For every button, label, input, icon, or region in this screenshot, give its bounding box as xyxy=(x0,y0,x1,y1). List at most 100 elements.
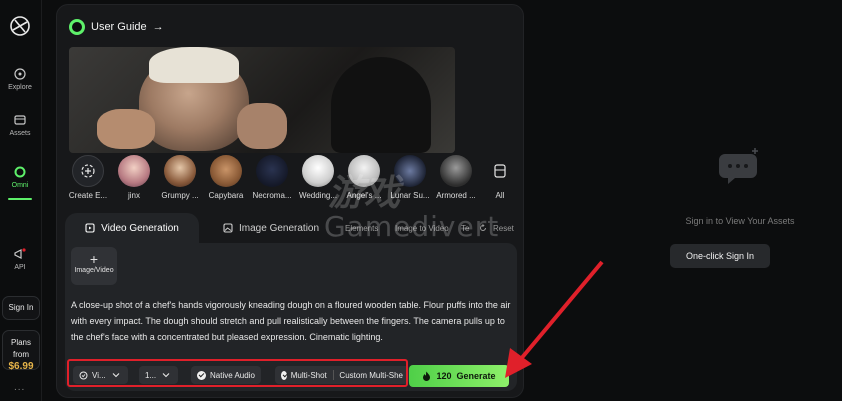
sidebar-plans-button[interactable]: Plans from $6.99 xyxy=(2,330,40,372)
avatar xyxy=(210,155,242,187)
generation-tabs: Video Generation Image Generation Elemen… xyxy=(65,213,517,243)
plus-icon: + xyxy=(89,251,99,267)
create-plus-icon xyxy=(72,155,104,187)
style-preset[interactable]: Lunar Su... xyxy=(387,155,433,200)
style-preset-label: Wedding... xyxy=(298,191,338,200)
reset-label: Reset xyxy=(493,223,514,233)
generate-cost: 120 xyxy=(436,371,452,381)
duration-value: 1... xyxy=(145,370,157,380)
avatar xyxy=(302,155,334,187)
prompt-textarea[interactable]: A close-up shot of a chef's hands vigoro… xyxy=(71,297,511,345)
avatar xyxy=(440,155,472,187)
check-circle-icon xyxy=(197,370,206,380)
app-logo-icon[interactable] xyxy=(8,14,32,38)
image-icon xyxy=(223,223,233,233)
sidebar-sign-in-button[interactable]: Sign In xyxy=(2,296,40,320)
tab-video-generation[interactable]: Video Generation xyxy=(65,213,199,243)
avatar xyxy=(394,155,426,187)
chat-assets-icon xyxy=(719,148,758,184)
megaphone-icon xyxy=(14,248,26,259)
style-preset-label: Create E... xyxy=(68,191,108,200)
avatar xyxy=(118,155,150,187)
style-preset-label: All xyxy=(495,191,505,200)
style-preset[interactable]: Wedding... xyxy=(295,155,341,200)
tab-truncated[interactable]: Te xyxy=(457,213,473,243)
more-menu-button[interactable]: ... xyxy=(14,382,25,393)
generate-label: Generate xyxy=(456,371,496,381)
reset-button[interactable]: Reset xyxy=(475,213,518,243)
divider xyxy=(332,370,334,380)
chevron-down-icon xyxy=(162,373,170,378)
app-root: Explore Assets Omni API Sign In Plans fr… xyxy=(0,0,842,401)
preview-background-figure xyxy=(331,57,431,153)
tab-image-generation[interactable]: Image Generation xyxy=(211,213,331,243)
user-guide-label: User Guide xyxy=(91,21,147,33)
duration-select[interactable]: 1... xyxy=(139,366,179,384)
reset-icon xyxy=(480,224,486,231)
style-preset-label: jinx xyxy=(127,191,140,200)
one-click-sign-in-button[interactable]: One-click Sign In xyxy=(670,244,770,268)
video-generation-form: + Image/Video A close-up shot of a chef'… xyxy=(65,243,517,391)
preview-video[interactable] xyxy=(69,47,455,153)
omni-ring-icon xyxy=(14,166,26,178)
credits-flame-icon xyxy=(423,371,431,381)
layers-icon xyxy=(484,155,516,187)
style-preset[interactable]: Capybara xyxy=(203,155,249,200)
multi-shot-label: Multi-Shot xyxy=(290,370,327,380)
custom-multi-shot-label[interactable]: Custom Multi-She xyxy=(339,371,403,380)
generate-button[interactable]: 120 Generate xyxy=(409,365,509,387)
preview-hand xyxy=(97,109,155,149)
generation-panel: User Guide → Create E... jinx Grumpy ...… xyxy=(56,4,524,398)
avatar xyxy=(256,155,288,187)
native-audio-toggle[interactable]: Native Audio xyxy=(191,366,261,384)
compass-icon xyxy=(14,68,26,80)
tab-label: Image Generation xyxy=(239,222,320,234)
avatar xyxy=(348,155,380,187)
style-preset-label: Angel's ... xyxy=(346,191,382,200)
style-preset[interactable]: jinx xyxy=(111,155,157,200)
preview-hair xyxy=(149,47,239,83)
sidebar-item-label: Explore xyxy=(8,84,32,91)
model-value: Vi... xyxy=(92,370,106,380)
sidebar-item-label: API xyxy=(14,264,26,271)
plans-price: $6.99 xyxy=(8,361,34,372)
plans-label: Plans from xyxy=(10,338,31,359)
style-preset[interactable]: Grumpy ... xyxy=(157,155,203,200)
chevron-down-icon xyxy=(112,373,120,378)
style-preset[interactable]: Necroma... xyxy=(249,155,295,200)
style-preset[interactable]: Angel's ... xyxy=(341,155,387,200)
style-preset-all[interactable]: All xyxy=(477,155,523,200)
assets-empty-text: Sign in to View Your Assets xyxy=(685,216,795,226)
assets-empty-state xyxy=(640,140,840,195)
omni-ring-icon xyxy=(69,19,85,35)
active-nav-indicator xyxy=(8,198,32,200)
upload-media-button[interactable]: + Image/Video xyxy=(71,247,117,285)
style-preset-label: Capybara xyxy=(208,191,244,200)
model-select[interactable]: Vi... xyxy=(73,366,128,384)
multi-shot-toggle[interactable]: Multi-Shot Custom Multi-She xyxy=(275,366,409,384)
sidebar-item-api[interactable]: API xyxy=(0,248,40,271)
left-sidebar: Explore Assets Omni API Sign In Plans fr… xyxy=(0,0,42,401)
style-preset-label: Armored ... xyxy=(436,191,476,200)
sidebar-item-label: Omni xyxy=(11,182,29,189)
sign-in-label: Sign In xyxy=(8,303,34,312)
style-preset-label: Lunar Su... xyxy=(390,191,430,200)
tab-elements[interactable]: Elements xyxy=(341,213,382,243)
folder-icon xyxy=(14,115,26,125)
sidebar-item-assets[interactable]: Assets xyxy=(0,114,40,137)
model-icon xyxy=(79,371,88,379)
tab-image-to-video[interactable]: Image to Video xyxy=(391,213,453,243)
user-guide-link[interactable]: User Guide → xyxy=(69,18,164,36)
style-presets-row: Create E... jinx Grumpy ... Capybara Nec… xyxy=(65,155,511,205)
upload-label: Image/Video xyxy=(74,267,114,274)
style-preset-label: Necroma... xyxy=(252,191,292,200)
avatar xyxy=(164,155,196,187)
tab-label: Video Generation xyxy=(101,222,179,234)
style-preset[interactable]: Armored ... xyxy=(433,155,479,200)
style-preset-create[interactable]: Create E... xyxy=(65,155,111,200)
sidebar-item-omni[interactable]: Omni xyxy=(0,166,40,189)
sidebar-item-explore[interactable]: Explore xyxy=(0,68,40,91)
arrow-right-icon: → xyxy=(152,21,164,33)
video-icon xyxy=(85,223,95,233)
sidebar-item-label: Assets xyxy=(9,130,31,137)
